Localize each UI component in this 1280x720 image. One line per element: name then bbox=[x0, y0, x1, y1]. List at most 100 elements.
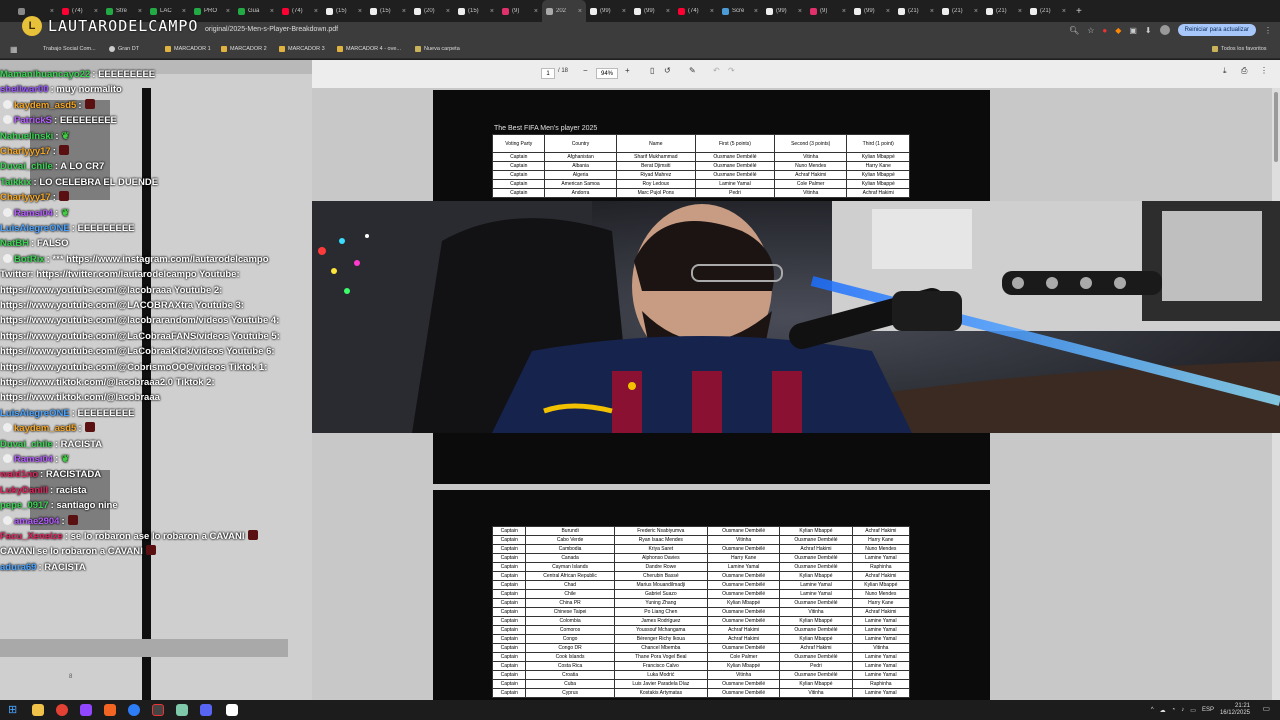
chat-username[interactable]: Mamanihuancayo22 bbox=[0, 69, 90, 80]
close-tab-icon[interactable]: × bbox=[798, 8, 802, 15]
close-tab-icon[interactable]: × bbox=[974, 8, 978, 15]
browser-tab[interactable]: (15) × bbox=[366, 0, 410, 22]
app-icon[interactable] bbox=[104, 704, 116, 716]
wifi-icon[interactable]: ◔ bbox=[1172, 707, 1176, 713]
obs-icon[interactable] bbox=[152, 704, 164, 716]
chat-username[interactable]: Duvai_chile bbox=[0, 161, 53, 172]
close-tab-icon[interactable]: × bbox=[886, 8, 890, 15]
browser-tab[interactable]: (21) × bbox=[982, 0, 1026, 22]
zoom-input[interactable]: 94% bbox=[596, 68, 618, 79]
zoom-in-icon[interactable]: + bbox=[625, 66, 630, 75]
chat-username[interactable]: amae2904 bbox=[14, 516, 59, 527]
extension-red-icon[interactable]: ● bbox=[1102, 26, 1107, 35]
twitch-icon[interactable] bbox=[80, 704, 92, 716]
close-tab-icon[interactable]: × bbox=[94, 8, 98, 15]
downloads-icon[interactable]: ⬇ bbox=[1145, 26, 1152, 35]
close-tab-icon[interactable]: × bbox=[314, 8, 318, 15]
bookmark-marcador-4[interactable]: MARCADOR 4 - ove... bbox=[337, 46, 401, 52]
browser-tab[interactable]: Gua × bbox=[234, 0, 278, 22]
bookmark-trabajo-social[interactable]: Trabajo Social Com... bbox=[43, 46, 96, 52]
chat-username[interactable]: kaydem_asd5 bbox=[14, 423, 76, 434]
close-tab-icon[interactable]: × bbox=[578, 8, 582, 15]
chat-username[interactable]: wald1no bbox=[0, 469, 38, 480]
rotate-icon[interactable]: ↺ bbox=[664, 66, 671, 75]
clock[interactable]: 21:21 16/12/2025 bbox=[1220, 703, 1250, 717]
close-tab-icon[interactable]: × bbox=[138, 8, 142, 15]
chat-username[interactable]: kaydem_asd5 bbox=[14, 100, 76, 111]
chat-username[interactable]: Charlyyy17 bbox=[0, 192, 51, 203]
close-tab-icon[interactable]: × bbox=[534, 8, 538, 15]
extension-orange-icon[interactable]: ◆ bbox=[1115, 26, 1121, 35]
browser-tab[interactable]: (99) × bbox=[586, 0, 630, 22]
bookmark-nueva-carpeta[interactable]: Nueva carpeta bbox=[415, 46, 460, 52]
fit-page-icon[interactable]: ▯ bbox=[650, 66, 654, 75]
close-tab-icon[interactable]: × bbox=[402, 8, 406, 15]
chrome-icon[interactable] bbox=[56, 704, 68, 716]
app-icon[interactable] bbox=[226, 704, 238, 716]
volume-icon[interactable]: ♪ bbox=[1181, 707, 1184, 713]
chevron-up-icon[interactable]: ^ bbox=[1151, 707, 1154, 713]
chat-username[interactable]: CAVANI bbox=[0, 546, 35, 557]
star-icon[interactable]: ☆ bbox=[1087, 26, 1094, 35]
close-tab-icon[interactable]: × bbox=[710, 8, 714, 15]
page-number-input[interactable]: 1 bbox=[541, 68, 555, 79]
bookmark-marcador-1[interactable]: MARCADOR 1 bbox=[165, 46, 211, 52]
bookmark-marcador-2[interactable]: MARCADOR 2 bbox=[221, 46, 267, 52]
chat-input-bar[interactable] bbox=[0, 639, 288, 657]
chat-username[interactable]: NatBH bbox=[0, 238, 29, 249]
browser-tab[interactable]: (99) × bbox=[762, 0, 806, 22]
zoom-out-icon[interactable]: − bbox=[583, 66, 588, 75]
close-tab-icon[interactable]: × bbox=[754, 8, 758, 15]
chat-username[interactable]: Duvai_chile bbox=[0, 439, 53, 450]
browser-tab[interactable]: (74) × bbox=[278, 0, 322, 22]
close-tab-icon[interactable]: × bbox=[270, 8, 274, 15]
new-tab-button[interactable]: + bbox=[1076, 6, 1082, 17]
chat-username[interactable]: Charlyyy17 bbox=[0, 146, 51, 157]
cloud-icon[interactable]: ☁ bbox=[1160, 707, 1166, 714]
close-tab-icon[interactable]: × bbox=[666, 8, 670, 15]
avatar[interactable] bbox=[1159, 25, 1170, 35]
chat-username[interactable]: BotRix bbox=[14, 254, 45, 265]
more-icon[interactable]: ⋮ bbox=[1260, 66, 1268, 75]
chat-username[interactable]: Ramsi04 bbox=[14, 208, 53, 219]
browser-tab[interactable]: (99) × bbox=[850, 0, 894, 22]
browser-tab[interactable]: (15) × bbox=[454, 0, 498, 22]
chat-username[interactable]: LukyDanill bbox=[0, 485, 48, 496]
close-tab-icon[interactable]: × bbox=[446, 8, 450, 15]
chat-username[interactable]: Nahuelinski bbox=[0, 131, 53, 142]
close-tab-icon[interactable]: × bbox=[358, 8, 362, 15]
language-indicator[interactable]: ESP bbox=[1202, 707, 1214, 713]
chat-username[interactable]: PatrickS bbox=[14, 115, 52, 126]
close-tab-icon[interactable]: × bbox=[182, 8, 186, 15]
apps-grid-icon[interactable]: ▦ bbox=[10, 45, 18, 54]
close-tab-icon[interactable]: × bbox=[1062, 8, 1066, 15]
all-bookmarks[interactable]: Todos los favoritos bbox=[1212, 46, 1267, 52]
browser-tab[interactable]: (21) × bbox=[894, 0, 938, 22]
address-bar[interactable]: original/2025-Men-s-Player-Breakdown.pdf bbox=[205, 26, 338, 33]
more-menu-icon[interactable]: ⋮ bbox=[1264, 26, 1272, 35]
browser-tab[interactable]: (9) × bbox=[498, 0, 542, 22]
browser-tab[interactable]: (15) × bbox=[322, 0, 366, 22]
chat-username[interactable]: pepe_0917 bbox=[0, 500, 49, 511]
update-browser-button[interactable]: Reiniciar para actualizar bbox=[1177, 24, 1256, 36]
chat-username[interactable]: Taikkix bbox=[0, 177, 32, 188]
close-tab-icon[interactable]: × bbox=[50, 8, 54, 15]
chat-username[interactable]: LuisAlegreONE bbox=[0, 223, 70, 234]
chat-username[interactable]: adura69 bbox=[0, 562, 36, 573]
scrollbar-thumb[interactable] bbox=[1274, 92, 1278, 162]
browser-tab[interactable]: (99) × bbox=[630, 0, 674, 22]
notifications-icon[interactable]: ▭ bbox=[1262, 704, 1270, 713]
chat-username[interactable]: Ramsi04 bbox=[14, 454, 53, 465]
discord-icon[interactable] bbox=[200, 704, 212, 716]
browser-tab[interactable]: (9) × bbox=[806, 0, 850, 22]
chat-username[interactable]: Facu_Xeneize bbox=[0, 531, 63, 542]
browser-tab[interactable]: (74) × bbox=[674, 0, 718, 22]
browser-tab[interactable]: (20) × bbox=[410, 0, 454, 22]
chat-username[interactable]: LuisAlegreONE bbox=[0, 408, 70, 419]
chat-username[interactable]: shellwar00 bbox=[0, 84, 49, 95]
file-explorer-icon[interactable] bbox=[32, 704, 44, 716]
download-icon[interactable]: ⤓ bbox=[1223, 66, 1227, 76]
browser-tab[interactable]: Scre × bbox=[718, 0, 762, 22]
close-tab-icon[interactable]: × bbox=[930, 8, 934, 15]
bookmark-gran-dt[interactable]: Gran DT bbox=[109, 46, 139, 52]
